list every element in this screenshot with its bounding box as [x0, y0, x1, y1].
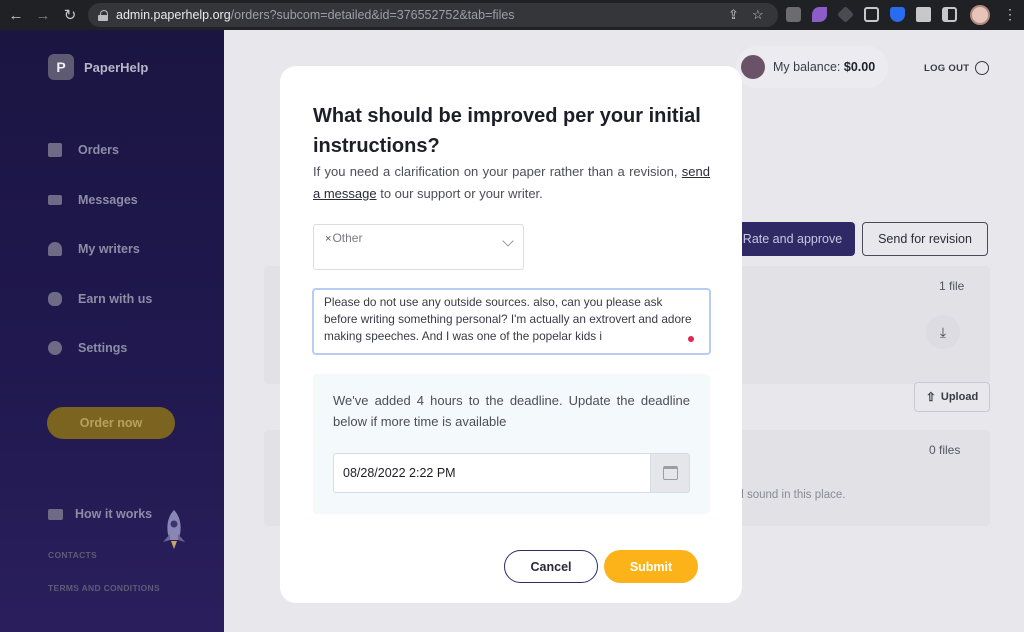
- spellcheck-indicator-icon: [688, 336, 694, 342]
- shield-extension-icon[interactable]: [890, 7, 905, 22]
- coins-icon: [48, 292, 62, 306]
- browser-toolbar: ← → ↻ admin.paperhelp.org/orders?subcom=…: [0, 0, 1024, 30]
- profile-avatar[interactable]: [970, 5, 990, 25]
- sidebar-item-label: Earn with us: [78, 292, 153, 306]
- sidebar-item-label: Settings: [78, 341, 128, 355]
- empty-state-text: nd sound in this place.: [731, 489, 846, 501]
- sidebar-item-earn-with-us[interactable]: Earn with us: [48, 292, 152, 306]
- order-now-button[interactable]: Order now: [47, 407, 175, 439]
- calendar-button[interactable]: [650, 453, 690, 493]
- chevron-down-icon[interactable]: [502, 235, 514, 247]
- deadline-input[interactable]: 08/28/2022 2:22 PM: [333, 453, 651, 493]
- extensions-icon[interactable]: [916, 7, 931, 22]
- balance-pill[interactable]: My balance: $0.00: [736, 46, 888, 88]
- star-icon[interactable]: ☆: [752, 7, 764, 23]
- deadline-info-box: We've added 4 hours to the deadline. Upd…: [313, 374, 710, 514]
- url-host: admin.paperhelp.org: [116, 8, 231, 22]
- address-bar[interactable]: admin.paperhelp.org/orders?subcom=detail…: [88, 3, 778, 27]
- how-it-works-label: How it works: [75, 507, 153, 521]
- document-icon: [48, 143, 62, 157]
- sidebar-item-label: Messages: [78, 193, 138, 207]
- sidebar-item-my-writers[interactable]: My writers: [48, 242, 140, 256]
- rocket-illustration: [163, 510, 185, 549]
- files-count-2: 0 files: [929, 443, 961, 457]
- modal-title: What should be improved per your initial…: [313, 105, 701, 157]
- download-icon[interactable]: ⤓: [926, 315, 960, 349]
- share-icon[interactable]: ⇪: [728, 7, 739, 23]
- forward-icon[interactable]: →: [32, 4, 54, 26]
- sidebar-item-label: My writers: [78, 242, 140, 256]
- terms-link[interactable]: TERMS AND CONDITIONS: [48, 583, 160, 593]
- reason-select[interactable]: ×Other: [313, 224, 524, 270]
- book-icon: [48, 508, 63, 520]
- sidebar-item-label: Orders: [78, 143, 119, 157]
- balance-value: $0.00: [843, 60, 876, 74]
- upload-button[interactable]: ⇧ Upload: [914, 382, 990, 412]
- reload-icon[interactable]: ↻: [59, 4, 81, 26]
- diamond-extension-icon[interactable]: [837, 6, 854, 23]
- logo-text[interactable]: PaperHelp: [84, 60, 148, 75]
- logo-icon[interactable]: P: [48, 54, 74, 80]
- lock-icon: [98, 9, 108, 21]
- sidebar-item-messages[interactable]: Messages: [48, 193, 138, 207]
- menu-icon[interactable]: ⋮: [1003, 6, 1017, 23]
- sidepanel-icon[interactable]: [942, 7, 957, 22]
- send-for-revision-button[interactable]: Send for revision: [862, 222, 988, 256]
- logout-button[interactable]: LOG OUT: [924, 61, 990, 75]
- tag-label: Other: [332, 231, 363, 245]
- sidebar-item-orders[interactable]: Orders: [48, 143, 119, 157]
- revision-modal: What should be improved per your initial…: [280, 66, 742, 603]
- feather-extension-icon[interactable]: [812, 7, 827, 22]
- upload-icon: ⇧: [925, 390, 936, 404]
- envelope-icon: [48, 195, 62, 205]
- files-count: 1 file: [939, 279, 965, 293]
- sidebar-item-settings[interactable]: Settings: [48, 341, 127, 355]
- rate-and-approve-button[interactable]: Rate and approve: [730, 222, 855, 256]
- how-it-works-link[interactable]: How it works: [48, 507, 152, 521]
- back-icon[interactable]: ←: [5, 4, 27, 26]
- remove-tag-icon[interactable]: ×: [325, 233, 331, 245]
- mail-extension-icon[interactable]: [786, 7, 801, 22]
- selected-tag[interactable]: ×Other: [325, 231, 362, 245]
- gear-icon: [48, 341, 62, 355]
- logout-icon: [975, 61, 990, 75]
- modal-description: If you need a clarification on your pape…: [313, 161, 710, 205]
- contacts-link[interactable]: CONTACTS: [48, 550, 97, 560]
- cancel-button[interactable]: Cancel: [504, 550, 598, 583]
- logout-label: LOG OUT: [924, 62, 970, 74]
- url-path: /orders?subcom=detailed&id=376552752&tab…: [230, 8, 515, 22]
- sidebar: P PaperHelp Orders Messages My writers E…: [0, 30, 224, 632]
- desc-before: If you need a clarification on your pape…: [313, 164, 682, 179]
- desc-after: to our support or your writer.: [376, 186, 543, 201]
- calendar-icon: [662, 466, 678, 480]
- submit-button[interactable]: Submit: [604, 550, 698, 583]
- balance-label: My balance:: [773, 60, 841, 74]
- avatar: [741, 55, 765, 79]
- window-extension-icon[interactable]: [864, 7, 879, 22]
- deadline-info-text: We've added 4 hours to the deadline. Upd…: [333, 393, 690, 429]
- users-icon: [48, 242, 62, 256]
- instructions-textarea[interactable]: Please do not use any outside sources. a…: [312, 288, 711, 355]
- upload-label: Upload: [940, 391, 979, 403]
